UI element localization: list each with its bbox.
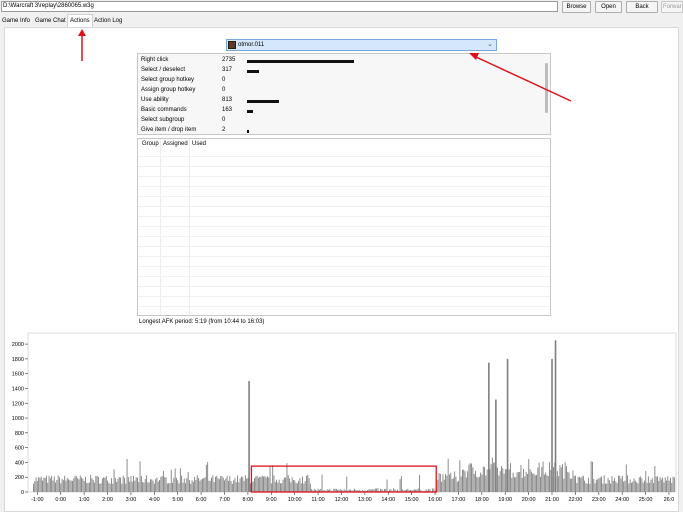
annotation-arrow-tab	[78, 29, 86, 61]
annotation-arrow-select	[469, 53, 572, 102]
annotation-layer	[78, 29, 572, 102]
